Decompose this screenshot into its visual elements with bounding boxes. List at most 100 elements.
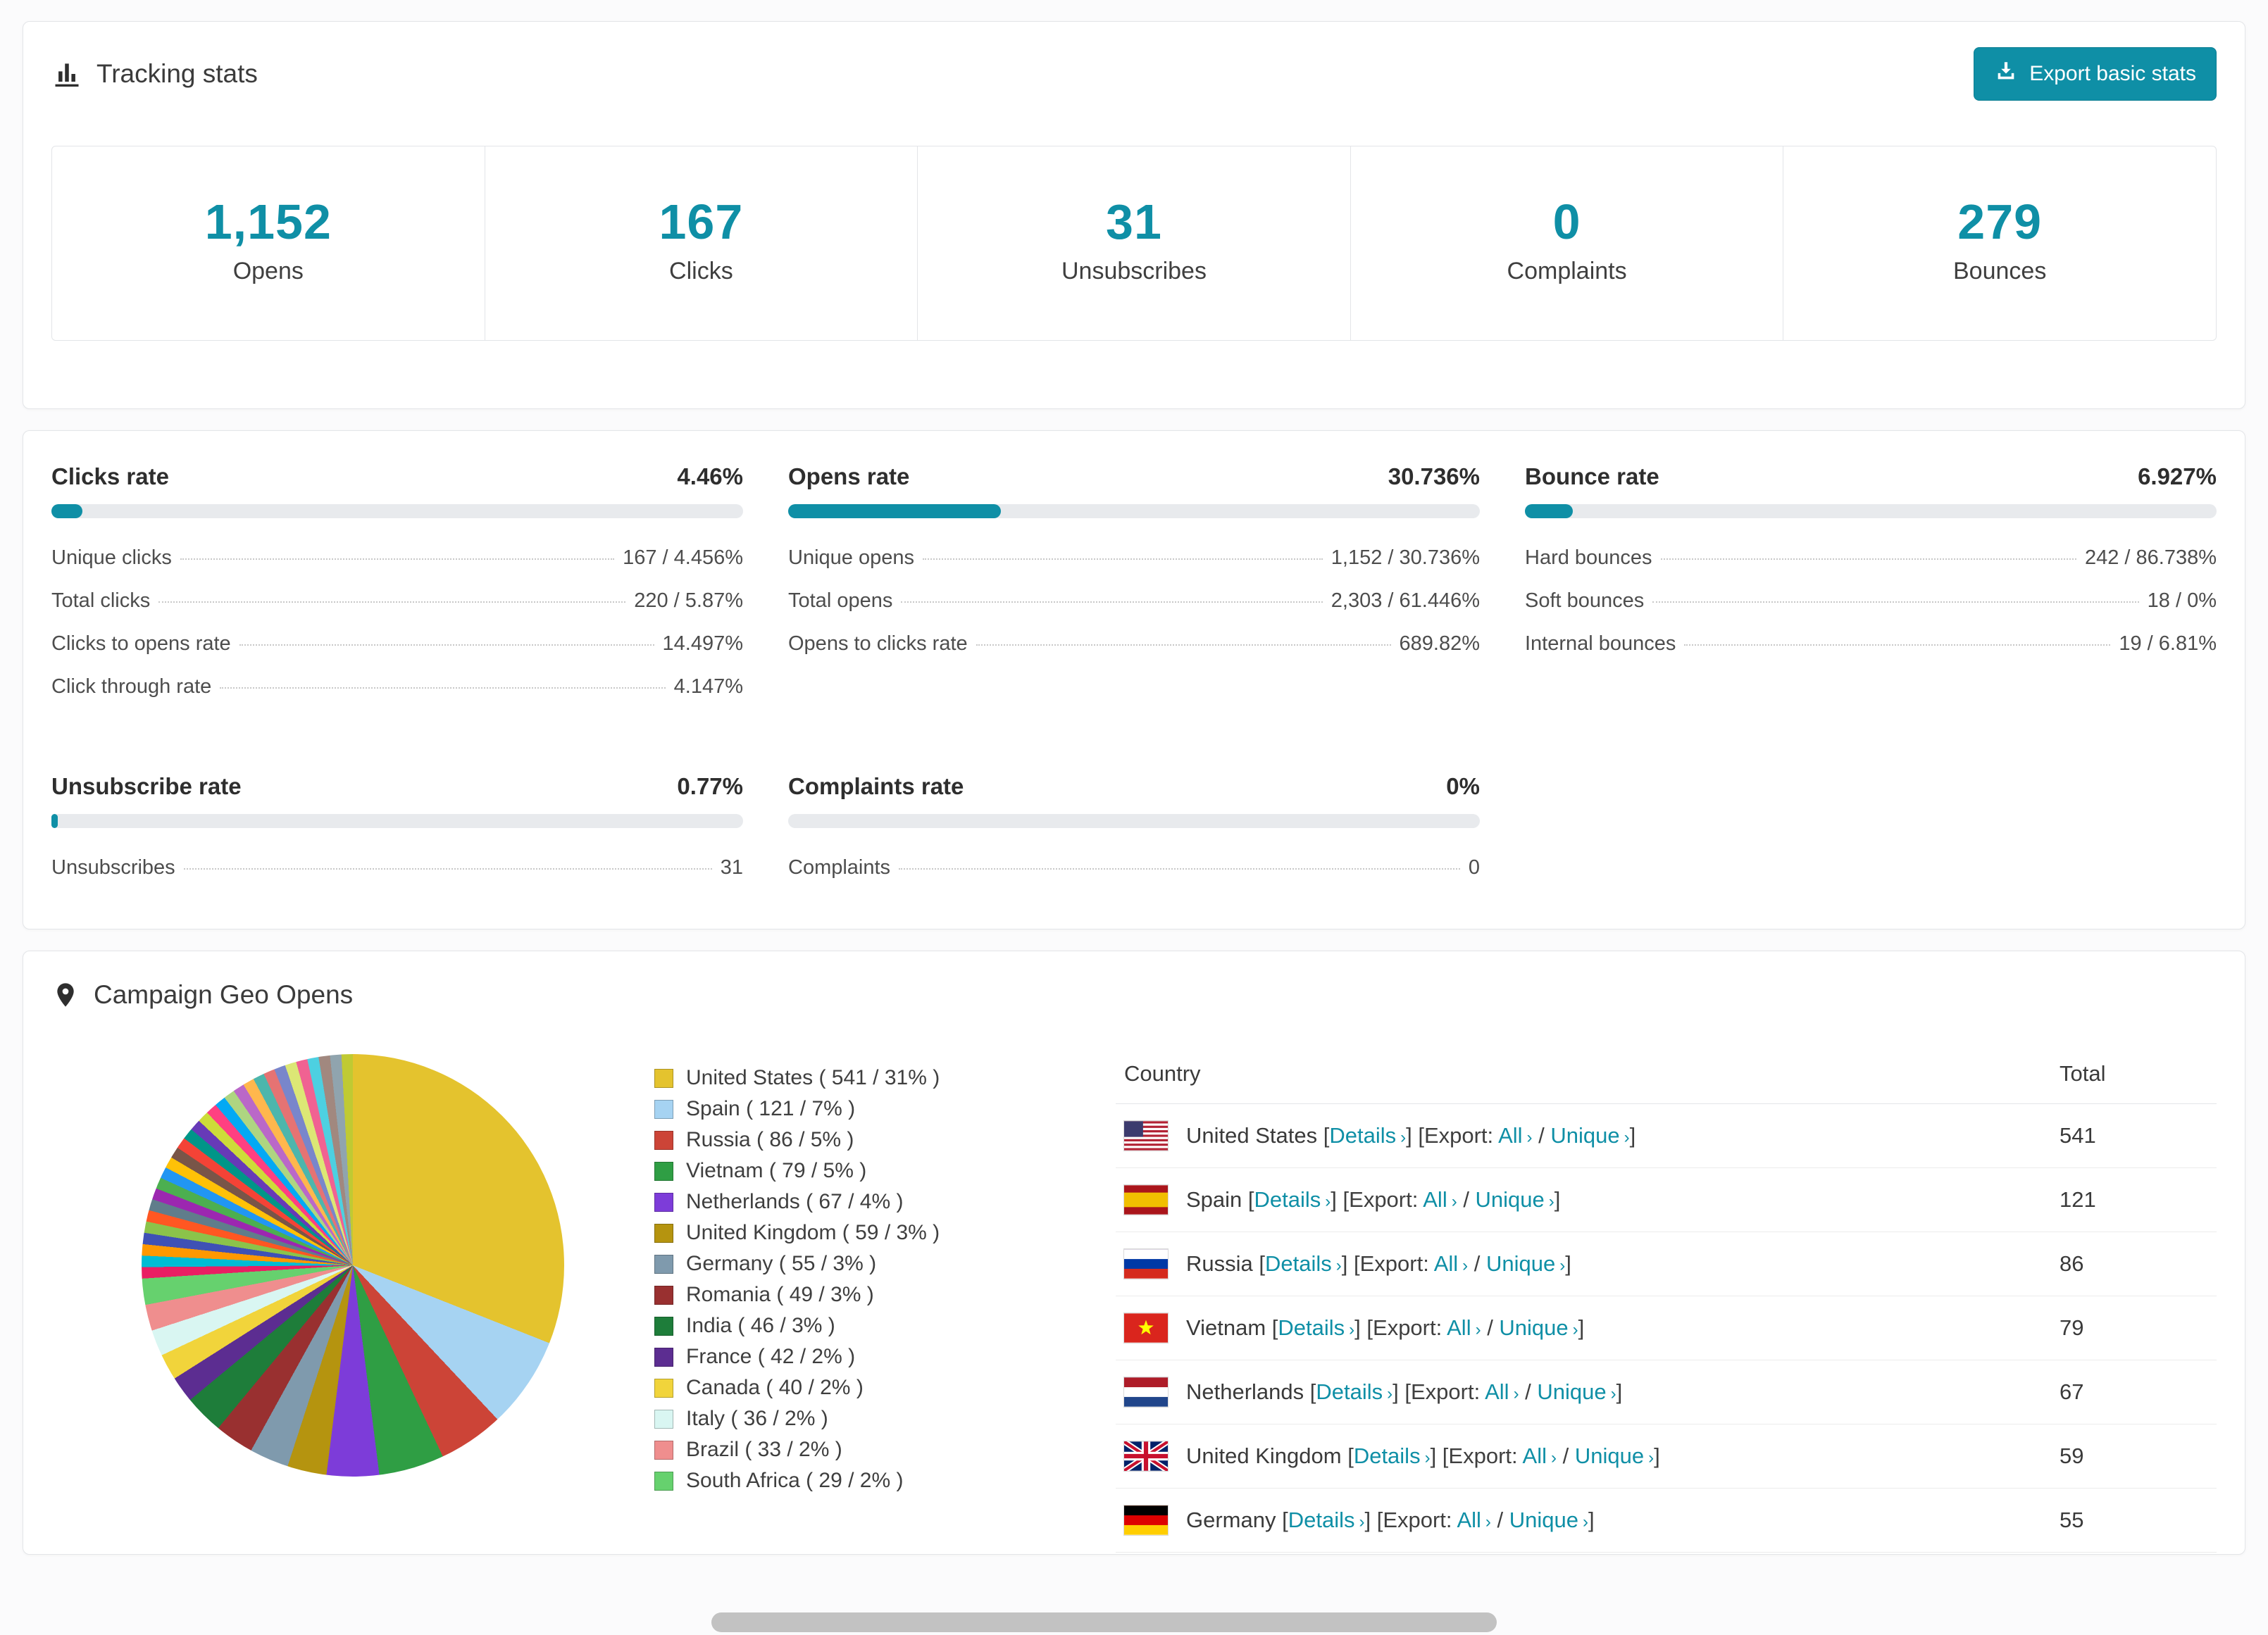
export-all-link-label: All [1457, 1508, 1481, 1532]
details-link[interactable]: Details › [1316, 1379, 1392, 1404]
dotted-leader [901, 601, 1323, 603]
legend-swatch [654, 1130, 673, 1150]
geo-title-text: Campaign Geo Opens [94, 980, 354, 1009]
legend-label: Netherlands ( 67 / 4% ) [686, 1190, 904, 1213]
gb-flag-icon [1124, 1441, 1168, 1471]
stat-value: 31 [1106, 194, 1162, 249]
de-flag-icon [1124, 1505, 1168, 1535]
rate-block: Unsubscribe rate 0.77% Unsubscribes 31 [51, 773, 743, 889]
export-unique-link[interactable]: Unique › [1537, 1379, 1616, 1404]
country-cell: Vietnam [Details ›] [Export: All › / Uniqu… [1116, 1296, 2051, 1360]
details-link[interactable]: Details › [1354, 1443, 1431, 1468]
horizontal-scrollbar-thumb[interactable] [711, 1612, 1497, 1632]
rate-detail-value: 19 / 6.81% [2119, 632, 2217, 655]
country-wrap: Netherlands [Details ›] [Export: All › / U… [1124, 1377, 2043, 1407]
legend-item: Vietnam ( 79 / 5% ) [654, 1155, 985, 1186]
legend-swatch [654, 1161, 673, 1181]
chevron-right-icon: › [1462, 1256, 1469, 1275]
stat-box-complaints: 0 Complaints [1350, 146, 1783, 340]
rate-detail-row: Clicks to opens rate 14.497% [51, 622, 743, 665]
legend-swatch [654, 1285, 673, 1305]
dotted-leader [976, 644, 1391, 646]
rate-head: Clicks rate 4.46% [51, 463, 743, 490]
export-button-label: Export basic stats [2029, 62, 2196, 85]
rate-detail-value: 0 [1468, 856, 1480, 879]
legend-label: Spain ( 121 / 7% ) [686, 1097, 856, 1120]
rate-title: Complaints rate [788, 773, 964, 799]
details-link[interactable]: Details › [1278, 1315, 1354, 1340]
export-all-link[interactable]: All › [1434, 1251, 1468, 1276]
country-column-header: Country [1116, 1044, 2051, 1104]
country-text: Vietnam [Details ›] [Export: All › / Uniqu… [1186, 1315, 1584, 1341]
legend-swatch [654, 1378, 673, 1398]
details-link[interactable]: Details › [1265, 1251, 1342, 1276]
legend-item: Italy ( 36 / 2% ) [654, 1403, 985, 1434]
export-download-icon [1994, 59, 2018, 89]
rate-head: Unsubscribe rate 0.77% [51, 773, 743, 800]
chevron-right-icon: › [1387, 1384, 1393, 1403]
separator: / [1468, 1251, 1487, 1276]
legend-label: Brazil ( 33 / 2% ) [686, 1438, 842, 1461]
bracket: ] [1578, 1315, 1585, 1340]
rate-detail-row: Internal bounces 19 / 6.81% [1525, 622, 2217, 665]
bracket: ] [ [1331, 1187, 1350, 1212]
rate-detail-label: Click through rate [51, 675, 212, 698]
geo-table-header-row: Country Total [1116, 1044, 2217, 1104]
bracket: [ [1317, 1123, 1330, 1148]
bracket: [ [1304, 1379, 1316, 1404]
legend-label: South Africa ( 29 / 2% ) [686, 1469, 904, 1492]
legend-label: United States ( 541 / 31% ) [686, 1066, 940, 1089]
stat-box-clicks: 167 Clicks [484, 146, 918, 340]
rates-grid: Clicks rate 4.46% Unique clicks 167 / 4.456… [51, 463, 2217, 889]
export-all-link[interactable]: All › [1498, 1123, 1532, 1148]
legend-item: Netherlands ( 67 / 4% ) [654, 1186, 985, 1217]
export-all-link[interactable]: All › [1457, 1508, 1490, 1532]
details-link-label: Details [1329, 1123, 1397, 1148]
export-unique-link[interactable]: Unique › [1550, 1123, 1629, 1148]
export-all-link[interactable]: All › [1423, 1187, 1457, 1212]
legend-item: India ( 46 / 3% ) [654, 1310, 985, 1341]
export-all-link[interactable]: All › [1523, 1443, 1557, 1468]
export-unique-link[interactable]: Unique › [1499, 1315, 1578, 1340]
bracket: ] [ [1354, 1315, 1373, 1340]
bracket: ] [1554, 1187, 1561, 1212]
rate-detail-row: Unique opens 1,152 / 30.736% [788, 537, 1480, 580]
export-all-link[interactable]: All › [1447, 1315, 1481, 1340]
chevron-right-icon: › [1624, 1128, 1630, 1147]
rate-title: Clicks rate [51, 463, 169, 489]
country-text: United Kingdom [Details ›] [Export: All › … [1186, 1443, 1660, 1469]
export-label: Export: [1383, 1508, 1457, 1532]
chevron-right-icon: › [1610, 1384, 1616, 1403]
export-unique-link[interactable]: Unique › [1575, 1443, 1654, 1468]
export-unique-link[interactable]: Unique › [1476, 1187, 1554, 1212]
dotted-leader [158, 601, 626, 603]
dotted-leader [220, 687, 666, 689]
chevron-right-icon: › [1548, 1192, 1554, 1211]
export-label: Export: [1423, 1123, 1499, 1148]
export-unique-link[interactable]: Unique › [1509, 1508, 1588, 1532]
details-link-label: Details [1288, 1508, 1355, 1532]
rate-detail-row: Unique clicks 167 / 4.456% [51, 537, 743, 580]
export-unique-link-label: Unique [1550, 1123, 1620, 1148]
details-link[interactable]: Details › [1254, 1187, 1331, 1212]
country-cell: Germany [Details ›] [Export: All › / Uniqu… [1116, 1488, 2051, 1553]
progress-bar [1525, 504, 2217, 518]
rate-block: Clicks rate 4.46% Unique clicks 167 / 4.456… [51, 463, 743, 708]
bracket: ] [ [1392, 1379, 1411, 1404]
rate-detail-value: 167 / 4.456% [623, 546, 743, 569]
export-unique-link[interactable]: Unique › [1486, 1251, 1565, 1276]
details-link[interactable]: Details › [1288, 1508, 1365, 1532]
export-all-link[interactable]: All › [1485, 1379, 1519, 1404]
bracket: [ [1341, 1443, 1354, 1468]
progress-bar [788, 504, 1480, 518]
dotted-leader [180, 558, 615, 560]
details-link[interactable]: Details › [1329, 1123, 1406, 1148]
chevron-right-icon: › [1475, 1320, 1481, 1339]
export-basic-stats-button[interactable]: Export basic stats [1974, 47, 2217, 101]
legend-item: Russia ( 86 / 5% ) [654, 1125, 985, 1155]
export-all-link-label: All [1423, 1187, 1447, 1212]
bracket: ] [1565, 1251, 1571, 1276]
export-unique-link-label: Unique [1486, 1251, 1556, 1276]
chevron-right-icon: › [1349, 1320, 1355, 1339]
rate-rows: Complaints 0 [788, 846, 1480, 889]
